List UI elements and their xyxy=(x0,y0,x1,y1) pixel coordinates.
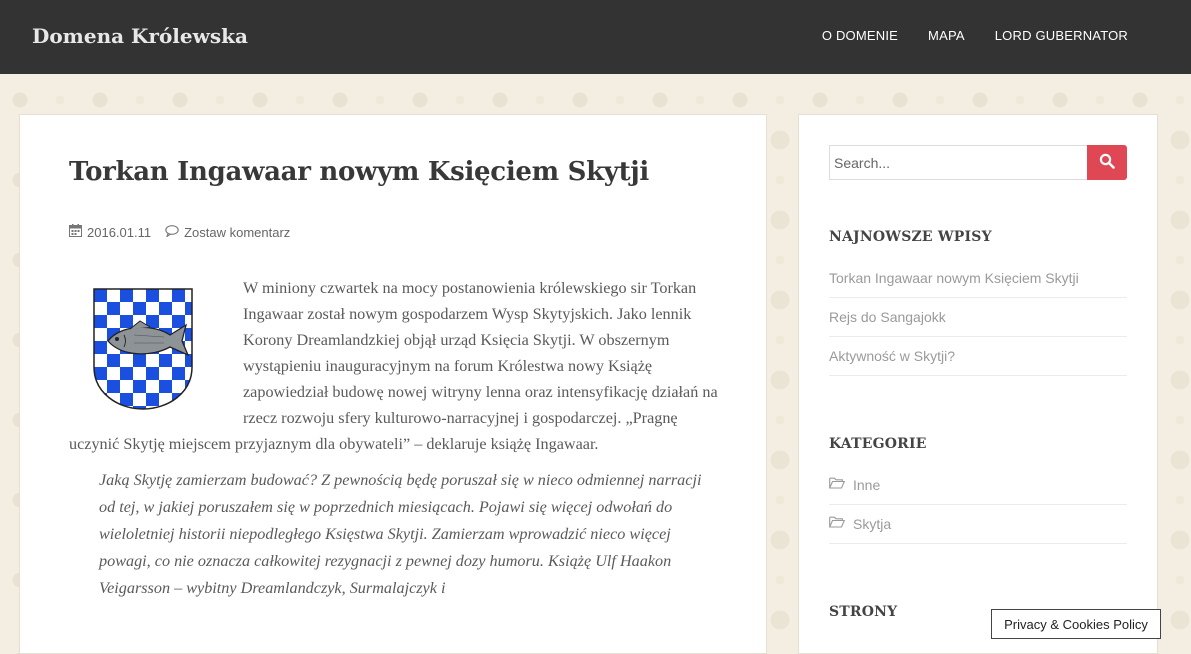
privacy-cookies-button[interactable]: Privacy & Cookies Policy xyxy=(991,609,1161,639)
list-item: Torkan Ingawaar nowym Księciem Skytji xyxy=(829,259,1127,298)
category-link-skytja[interactable]: Skytja xyxy=(853,516,891,532)
leave-comment-link[interactable]: Zostaw komentarz xyxy=(184,225,290,240)
post-meta: 2016.01.11 Zostaw komentarz xyxy=(69,224,290,240)
search-button[interactable] xyxy=(1087,145,1127,180)
folder-icon xyxy=(829,515,846,533)
category-link-inne[interactable]: Inne xyxy=(853,477,880,493)
calendar-icon xyxy=(69,224,82,240)
categories-list: Inne Skytja xyxy=(829,466,1127,544)
recent-post-link[interactable]: Torkan Ingawaar nowym Księciem Skytji xyxy=(829,270,1079,286)
pages-title: STRONY xyxy=(829,604,898,620)
folder-icon xyxy=(829,476,846,494)
main-nav: O DOMENIE MAPA LORD GUBERNATOR xyxy=(822,28,1128,43)
nav-item-lord-gubernator[interactable]: LORD GUBERNATOR xyxy=(995,28,1128,43)
categories-title: KATEGORIE xyxy=(829,436,927,452)
sidebar: NAJNOWSZE WPISY Torkan Ingawaar nowym Ks… xyxy=(798,114,1158,654)
recent-post-link[interactable]: Aktywność w Skytji? xyxy=(829,348,955,364)
post-paragraph: W miniony czwartek na mocy postanowienia… xyxy=(69,279,718,453)
search-icon xyxy=(1099,153,1115,172)
list-item: Aktywność w Skytji? xyxy=(829,337,1127,376)
nav-item-o-domenie[interactable]: O DOMENIE xyxy=(822,28,898,43)
list-item: Inne xyxy=(829,466,1127,505)
nav-item-mapa[interactable]: MAPA xyxy=(928,28,965,43)
post-card: Torkan Ingawaar nowym Księciem Skytji 20… xyxy=(19,114,767,654)
list-item: Skytja xyxy=(829,505,1127,544)
recent-posts-title: NAJNOWSZE WPISY xyxy=(829,229,992,245)
recent-posts-list: Torkan Ingawaar nowym Księciem Skytji Re… xyxy=(829,259,1127,376)
post-date[interactable]: 2016.01.11 xyxy=(87,225,151,240)
top-navbar: Domena Królewska O DOMENIE MAPA LORD GUB… xyxy=(0,0,1191,74)
post-content: W miniony czwartek na mocy postanowienia… xyxy=(69,275,720,602)
search-form xyxy=(829,145,1127,180)
search-input[interactable] xyxy=(829,145,1087,180)
recent-post-link[interactable]: Rejs do Sangajokk xyxy=(829,309,946,325)
post-quote: Jaką Skytję zamierzam budować? Z pewnośc… xyxy=(99,471,702,597)
post-title[interactable]: Torkan Ingawaar nowym Księciem Skytji xyxy=(69,157,709,187)
comment-icon xyxy=(165,224,179,240)
site-title-link[interactable]: Domena Królewska xyxy=(32,24,248,48)
list-item: Rejs do Sangajokk xyxy=(829,298,1127,337)
